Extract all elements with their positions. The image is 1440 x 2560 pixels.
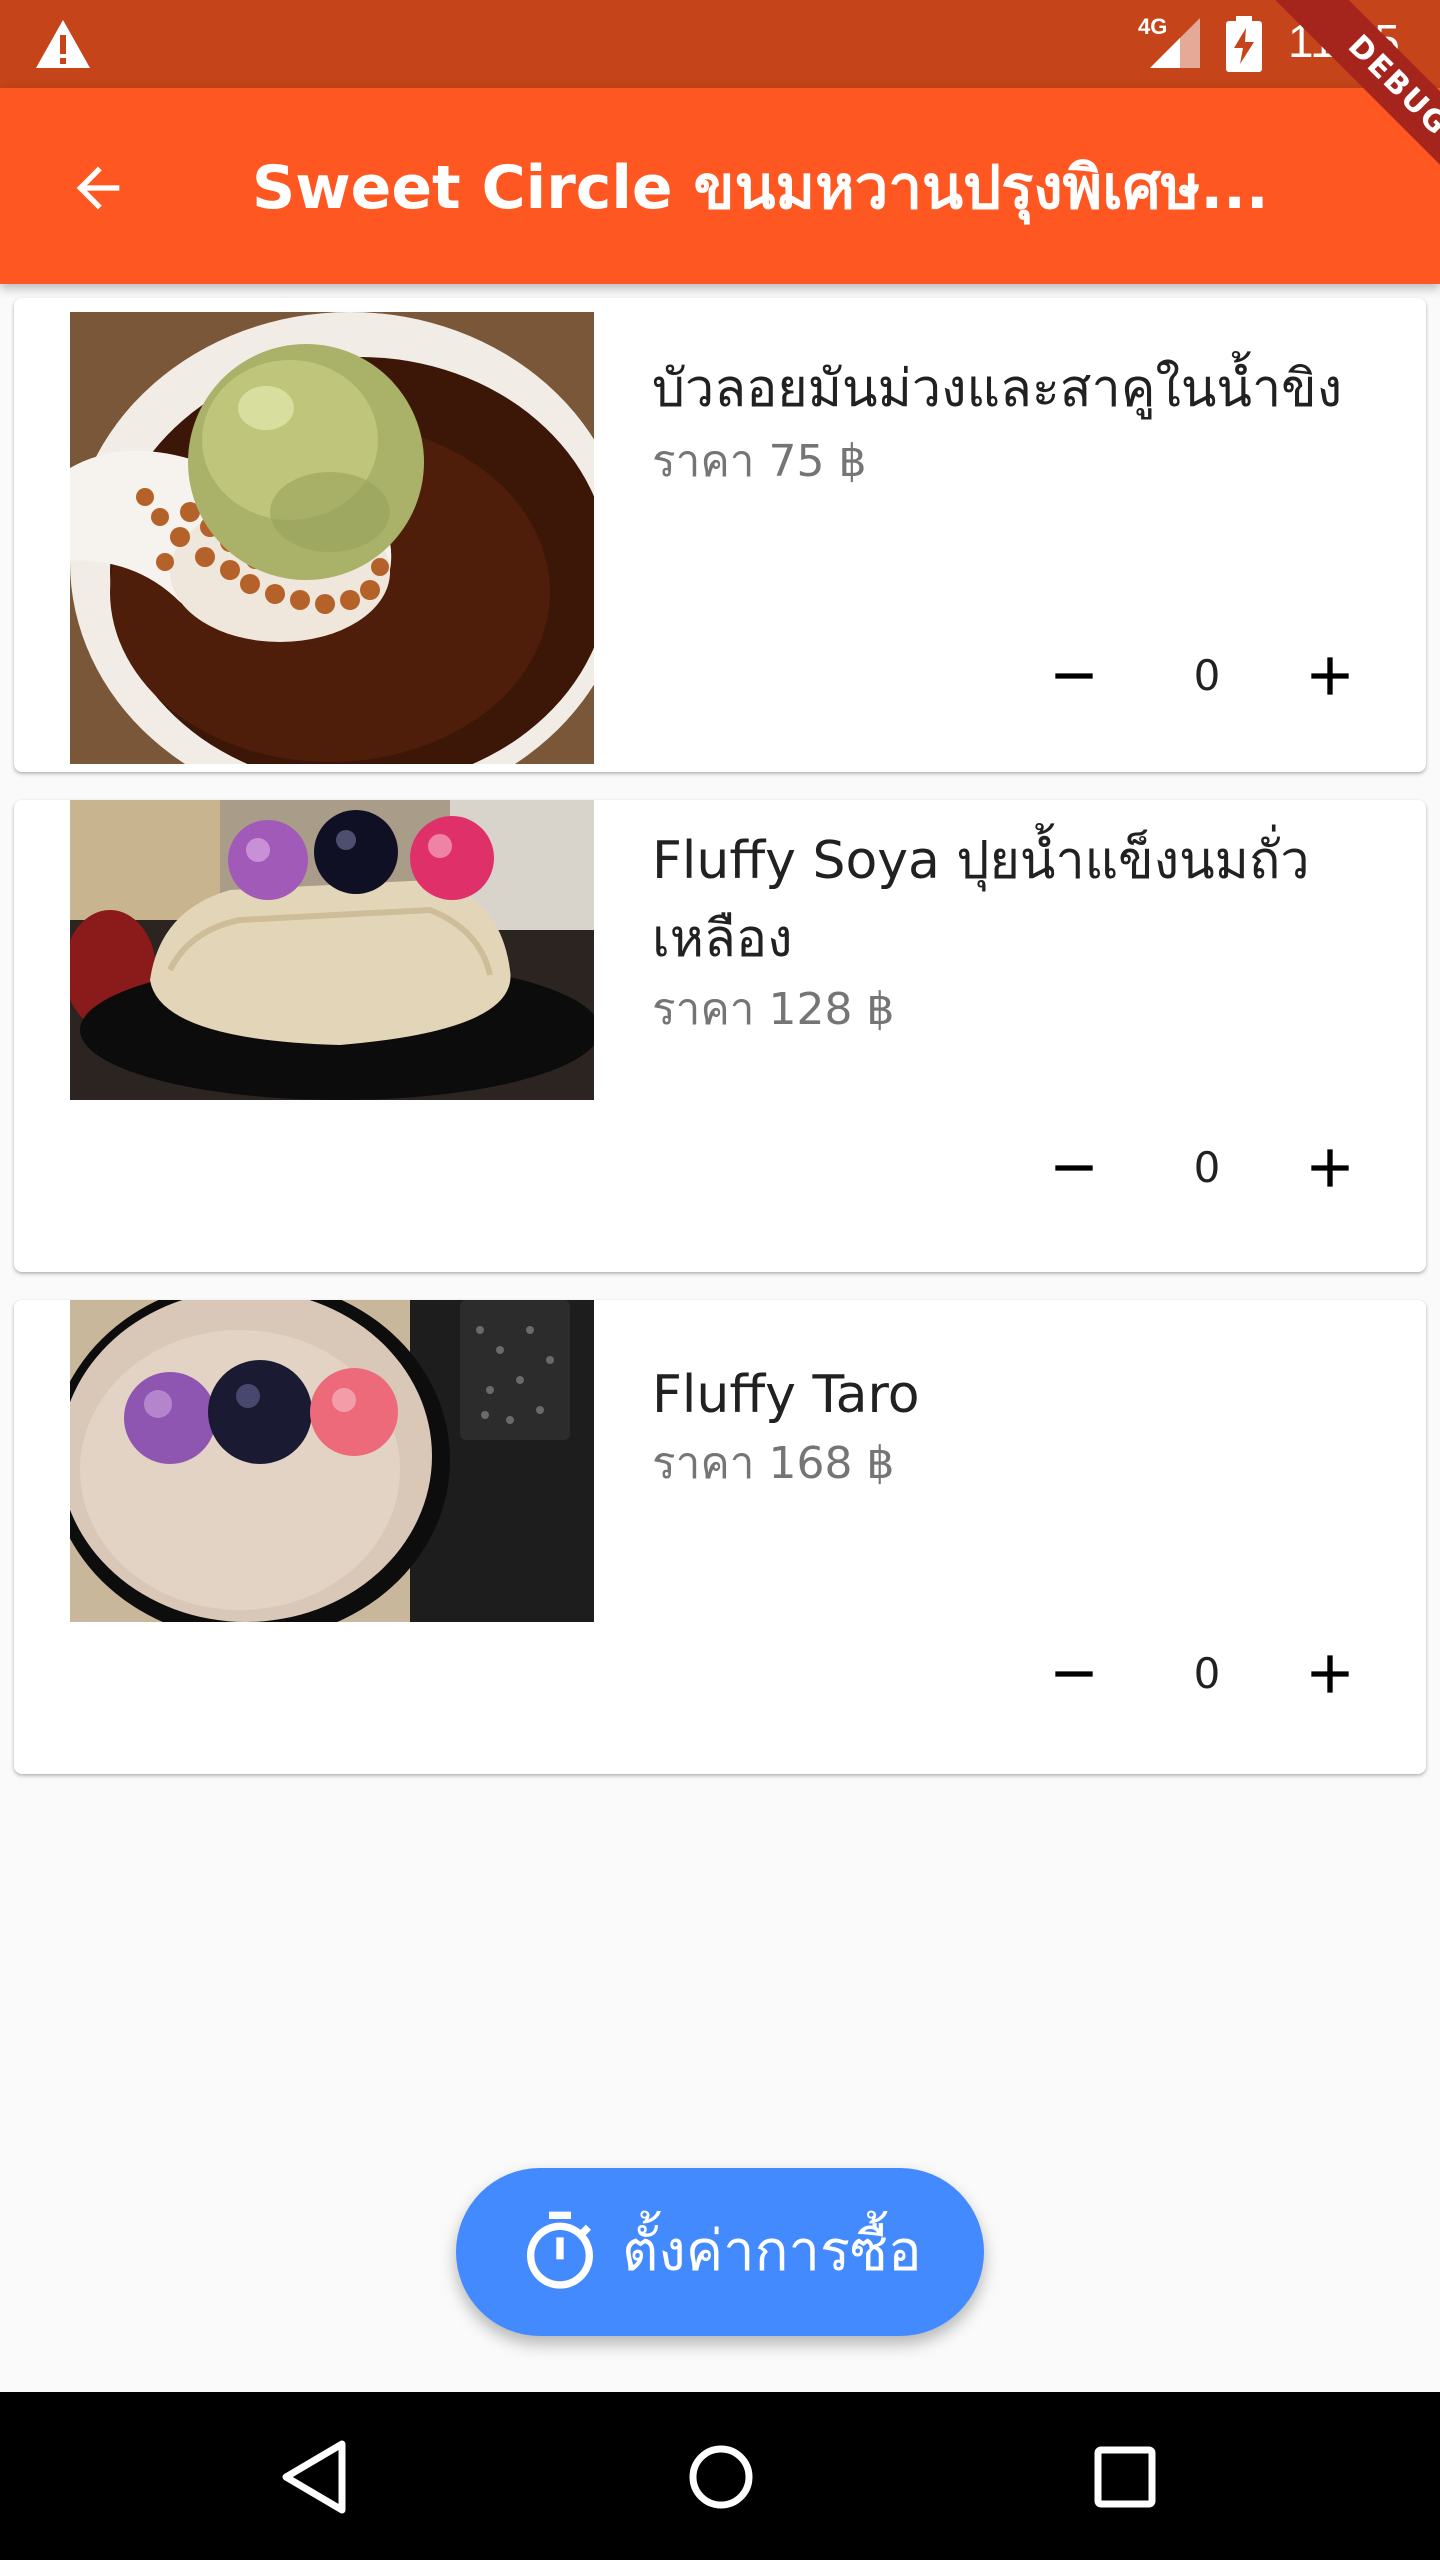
battery-charging-icon [1226,16,1262,72]
menu-item-card[interactable]: Fluffy Taro ราคา 168 ฿ 0 [14,1300,1426,1774]
item-price: ราคา 168 ฿ [652,1438,895,1489]
warning-icon [36,20,90,68]
quantity-stepper: 0 [1024,626,1384,726]
item-price: ราคา 128 ฿ [652,984,895,1035]
increase-button[interactable] [1280,1118,1380,1218]
quantity-value: 0 [1193,651,1221,700]
quantity-value: 0 [1193,1649,1221,1698]
plus-icon [1311,1149,1349,1187]
back-button[interactable] [50,140,146,236]
decrease-button[interactable] [1024,1118,1124,1218]
menu-item-card[interactable]: Fluffy Soya ปุยน้ำแข็งนมถั่วเหลือง ราคา … [14,800,1426,1272]
recents-nav-icon[interactable] [1080,2432,1170,2522]
decrease-button[interactable] [1024,626,1124,726]
plus-icon [1311,1655,1349,1693]
item-name: Fluffy Soya ปุยน้ำแข็งนมถั่วเหลือง [652,831,1310,969]
arrow-left-icon [76,166,120,210]
menu-item-card[interactable]: บัวลอยมันม่วงและสาคูในน้ำขิง ราคา 75 ฿ 0 [14,298,1426,772]
item-name: บัวลอยมันม่วงและสาคูในน้ำขิง [652,359,1343,419]
screen: 4G 11:55 DEBUG Sweet Circle ขนมหวานปรุงพ… [0,0,1440,2560]
decrease-button[interactable] [1024,1624,1124,1724]
quantity-stepper: 0 [1024,1624,1384,1724]
increase-button[interactable] [1280,626,1380,726]
purchase-settings-button[interactable]: ตั้งค่าการซื้อ [456,2168,984,2336]
signal-icon [1150,18,1200,68]
system-navigation-bar [0,2392,1440,2560]
quantity-stepper: 0 [1024,1118,1384,1218]
increase-button[interactable] [1280,1624,1380,1724]
plus-icon [1311,657,1349,695]
quantity-value: 0 [1193,1143,1221,1192]
back-nav-icon[interactable] [270,2432,360,2522]
home-nav-icon[interactable] [676,2432,766,2522]
minus-icon [1055,1165,1093,1171]
timer-icon [527,2211,593,2289]
dessert-photo [70,312,594,764]
minus-icon [1055,673,1093,679]
page-title: Sweet Circle ขนมหวานปรุงพิเศษ... [252,153,1269,223]
status-bar: 4G 11:55 [0,0,1440,88]
fab-label: ตั้งค่าการซื้อ [622,2219,922,2284]
minus-icon [1055,1671,1093,1677]
dessert-photo [70,800,594,1100]
dessert-photo [70,1300,594,1622]
item-name: Fluffy Taro [652,1365,920,1425]
item-price: ราคา 75 ฿ [652,436,867,487]
app-bar: Sweet Circle ขนมหวานปรุงพิเศษ... [0,88,1440,284]
